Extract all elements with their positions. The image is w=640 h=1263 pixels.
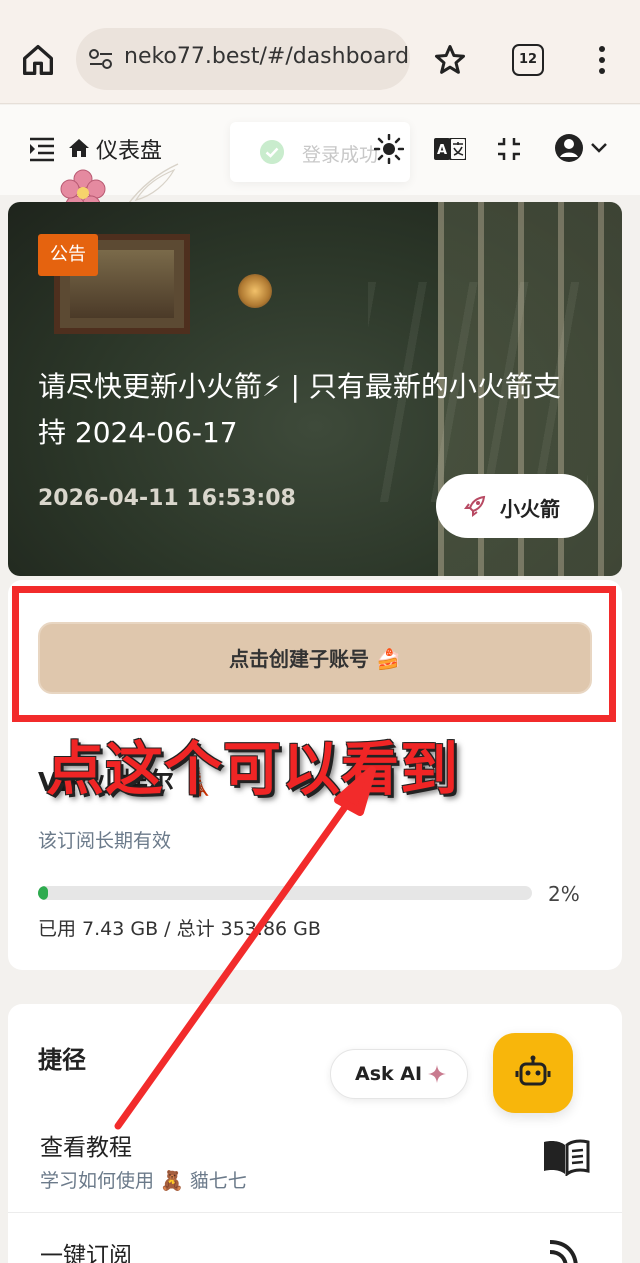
theme-toggle-icon[interactable] — [374, 134, 404, 164]
announcement-title: 请尽快更新小火箭⚡ | 只有最新的小火箭支持 2024-06-17 — [38, 370, 561, 449]
address-bar[interactable]: neko77.best/#/dashboard — [76, 28, 410, 90]
site-settings-icon[interactable] — [88, 47, 114, 71]
rocket-icon — [464, 495, 486, 517]
announcement-date: 2026-04-11 16:53:08 — [38, 486, 296, 511]
announcement-tag: 公告 — [38, 234, 98, 276]
user-avatar-icon[interactable] — [554, 133, 584, 163]
check-icon — [260, 140, 284, 164]
translate-icon[interactable]: A — [434, 138, 466, 160]
svg-text:A: A — [437, 143, 447, 158]
chatbot-button[interactable] — [493, 1033, 573, 1113]
announcement-card: 公告 请尽快更新小火箭⚡ | 只有最新的小火箭支持 2024-06-17 202… — [8, 202, 622, 576]
tab-switcher-button[interactable]: 12 — [512, 44, 544, 76]
chevron-down-icon[interactable] — [590, 140, 608, 156]
toast-message: 登录成功 — [302, 144, 379, 166]
subscription-validity: 该订阅长期有效 — [38, 830, 172, 852]
browser-toolbar: neko77.best/#/dashboard 12 — [0, 0, 640, 104]
bookmark-star-icon[interactable] — [432, 42, 468, 78]
dashboard-home-icon — [69, 139, 89, 157]
shortcut-tutorial-title[interactable]: 查看教程 — [40, 1128, 132, 1162]
annotation-highlight-box — [12, 586, 616, 722]
shortcut-divider — [8, 1212, 622, 1213]
home-icon[interactable] — [18, 40, 58, 80]
shadowrocket-button-label: 小火箭 — [500, 497, 560, 521]
fullscreen-icon[interactable] — [496, 136, 522, 162]
traffic-progress-bar — [38, 886, 532, 900]
shortcut-subscribe-title[interactable]: 一键订阅 — [40, 1236, 132, 1263]
book-icon[interactable] — [542, 1138, 590, 1176]
rss-icon[interactable] — [548, 1240, 578, 1263]
ask-ai-label: Ask AI — [355, 1063, 423, 1085]
annotation-text: 点这个可以看到 — [46, 735, 460, 803]
traffic-usage: 已用 7.43 GB / 总计 353.86 GB — [38, 918, 321, 940]
ask-ai-button[interactable]: Ask AI — [330, 1049, 468, 1099]
url-text: neko77.best/#/dashboard — [124, 44, 410, 69]
lamp-background — [238, 274, 272, 308]
more-menu-icon[interactable] — [590, 42, 614, 78]
traffic-percent: 2% — [548, 882, 580, 906]
shortcut-tutorial-subtitle: 学习如何使用 🧸 貓七七 — [40, 1170, 247, 1192]
shortcuts-title: 捷径 — [38, 1046, 86, 1074]
menu-toggle-icon[interactable] — [28, 136, 56, 162]
sparkle-icon — [428, 1065, 446, 1083]
robot-icon — [515, 1055, 551, 1086]
shadowrocket-button[interactable]: 小火箭 — [436, 474, 594, 538]
traffic-progress-fill — [38, 886, 48, 900]
